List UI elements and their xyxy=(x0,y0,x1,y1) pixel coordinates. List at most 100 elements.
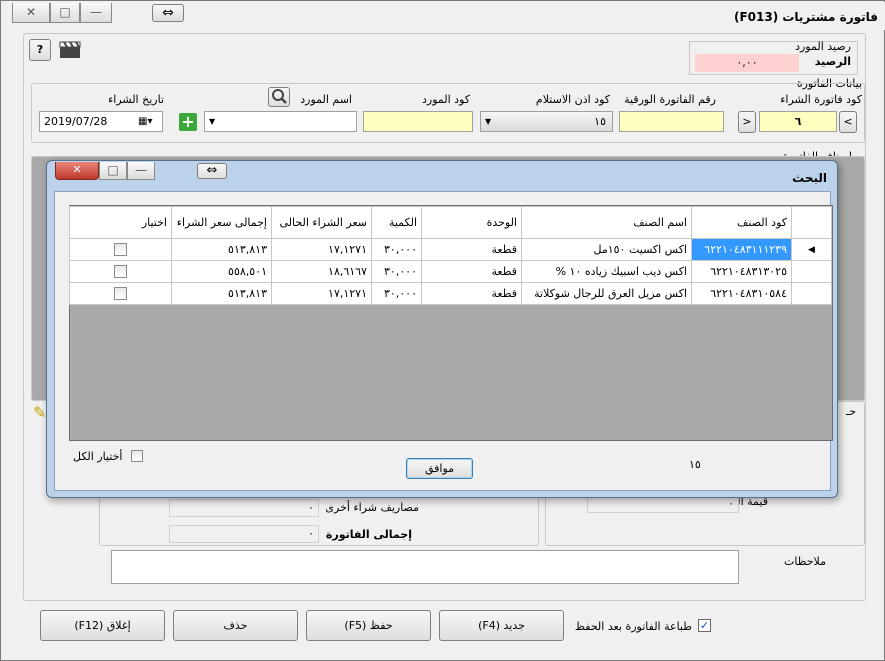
minimize-window-button[interactable]: — xyxy=(80,3,112,23)
supplier-code-field[interactable] xyxy=(363,111,473,132)
pencil-icon: ✎ xyxy=(33,403,47,422)
row-select-checkbox[interactable] xyxy=(114,287,127,301)
results-count: ١٥ xyxy=(689,458,701,471)
maximize-window-button[interactable]: □ xyxy=(50,3,80,23)
select-all-checkbox[interactable] xyxy=(131,450,143,462)
dialog-minimize-button[interactable]: — xyxy=(127,162,155,180)
search-dialog: ✕ □ — ⇔ البحث كود الصنف اسم الصنف الوحدة… xyxy=(46,160,838,498)
receipt-code-dropdown[interactable]: ▼ ١٥ xyxy=(480,111,613,132)
cell-name[interactable]: اكس اكسيت ١٥٠مل xyxy=(521,238,692,261)
cell-code[interactable]: ٦٢٢١٠٤٨٣١١١٢٣٩ xyxy=(691,238,792,261)
dialog-close-button[interactable]: ✕ xyxy=(55,162,99,180)
cell-name[interactable]: اكس مزيل العرق للرجال شوكلاتة xyxy=(521,282,692,305)
other-expenses-value: ٠ xyxy=(169,499,319,517)
paper-invoice-field[interactable] xyxy=(619,111,724,132)
maximize-icon: □ xyxy=(107,163,119,177)
dropdown-arrow-icon: ▼ xyxy=(485,117,492,126)
print-after-save-label: طباعة الفاتورة بعد الحفظ xyxy=(574,620,692,633)
print-after-save-checkbox[interactable]: ✓ xyxy=(698,619,711,632)
close-window-button[interactable]: ✕ xyxy=(12,3,50,23)
help-button[interactable]: ? xyxy=(29,39,51,61)
cell-total[interactable]: ٥١٣,٨١٣ xyxy=(171,238,272,261)
purchase-invoice-code-field[interactable]: ٦ xyxy=(759,111,837,132)
dialog-resize-button[interactable]: ⇔ xyxy=(197,163,227,179)
balance-box: رصيد المورد الرصيد ٠,٠٠ xyxy=(689,40,858,75)
table-row[interactable]: ٦٢٢١٠٤٨٣١٣٠٢٥ اكس ديب اسبيك زياده ١٠ % ق… xyxy=(69,260,832,283)
row-header-corner xyxy=(791,206,832,239)
clapperboard-icon[interactable] xyxy=(59,41,81,59)
invoice-total-value: ٠ xyxy=(169,525,319,543)
col-header-code[interactable]: كود الصنف xyxy=(691,206,792,239)
delete-button[interactable]: حذف xyxy=(173,610,298,641)
cell-price[interactable]: ١٧,١٢٧١ xyxy=(271,282,372,305)
purchase-invoice-code-label: كود فاتورة الشراء xyxy=(780,93,862,106)
table-row[interactable]: ٦٢٢١٠٤٨٣١٠٥٨٤ اكس مزيل العرق للرجال شوكل… xyxy=(69,282,832,305)
calendar-icon: ▦▾ xyxy=(138,116,153,127)
row-select-checkbox[interactable] xyxy=(114,243,127,257)
double-arrow-icon: ⇔ xyxy=(162,5,174,21)
col-header-qty[interactable]: الكمية xyxy=(371,206,422,239)
help-icon: ? xyxy=(36,43,44,56)
close-icon: ✕ xyxy=(25,5,37,19)
chevron-left-icon: < xyxy=(742,115,752,128)
prev-invoice-button[interactable]: < xyxy=(738,111,756,133)
minimize-icon: — xyxy=(90,5,102,19)
col-header-select[interactable]: اختيار xyxy=(69,206,172,239)
cell-price[interactable]: ١٨,٦١٦٧ xyxy=(271,260,372,283)
cell-total[interactable]: ٥٥٨,٥٠١ xyxy=(171,260,272,283)
cell-name[interactable]: اكس ديب اسبيك زياده ١٠ % xyxy=(521,260,692,283)
col-header-name[interactable]: اسم الصنف xyxy=(521,206,692,239)
notes-field[interactable] xyxy=(111,550,739,584)
purchase-date-label: تاريخ الشراء xyxy=(108,93,164,106)
search-supplier-button[interactable] xyxy=(268,87,290,107)
cell-qty[interactable]: ٣٠,٠٠٠ xyxy=(371,238,422,261)
cell-unit[interactable]: قطعة xyxy=(421,260,522,283)
cell-select[interactable] xyxy=(69,260,172,283)
receipt-code-label: كود اذن الاستلام xyxy=(535,93,610,106)
purchase-date-picker[interactable]: 2019/07/28 ▦▾ xyxy=(39,111,163,132)
dialog-body: كود الصنف اسم الصنف الوحدة الكمية سعر ال… xyxy=(54,191,833,491)
cell-unit[interactable]: قطعة xyxy=(421,238,522,261)
balance-value: ٠,٠٠ xyxy=(695,54,799,72)
invoice-total-label: إجمالى الفاتورة xyxy=(325,528,412,541)
supplier-code-label: كود المورد xyxy=(422,93,470,106)
cell-total[interactable]: ٥١٣,٨١٣ xyxy=(171,282,272,305)
minimize-icon: — xyxy=(135,163,147,177)
row-header xyxy=(791,260,832,283)
paper-invoice-label: رقم الفاتورة الورقية xyxy=(624,93,716,106)
chevron-right-icon: > xyxy=(843,115,853,128)
next-invoice-button[interactable]: > xyxy=(839,111,857,133)
cell-select[interactable] xyxy=(69,282,172,305)
resize-toggle-button[interactable]: ⇔ xyxy=(152,4,184,22)
maximize-icon: □ xyxy=(59,5,71,19)
col-header-price[interactable]: سعر الشراء الحالى xyxy=(271,206,372,239)
col-header-unit[interactable]: الوحدة xyxy=(421,206,522,239)
dialog-maximize-button[interactable]: □ xyxy=(99,162,127,180)
cell-select[interactable] xyxy=(69,238,172,261)
dropdown-arrow-icon: ▼ xyxy=(209,117,216,126)
cell-code[interactable]: ٦٢٢١٠٤٨٣١٣٠٢٥ xyxy=(691,260,792,283)
ok-button[interactable]: موافق xyxy=(406,458,473,479)
balance-sub-label: الرصيد xyxy=(814,55,851,68)
current-row-arrow-icon: ◀ xyxy=(791,238,832,261)
row-select-checkbox[interactable] xyxy=(114,265,127,279)
col-header-total[interactable]: إجمالى سعر الشراء xyxy=(171,206,272,239)
cell-qty[interactable]: ٣٠,٠٠٠ xyxy=(371,260,422,283)
supplier-name-label: اسم المورد xyxy=(300,93,352,106)
select-all-label: أختيار الكل xyxy=(73,450,123,463)
cell-qty[interactable]: ٣٠,٠٠٠ xyxy=(371,282,422,305)
cell-unit[interactable]: قطعة xyxy=(421,282,522,305)
table-row[interactable]: ◀ ٦٢٢١٠٤٨٣١١١٢٣٩ اكس اكسيت ١٥٠مل قطعة ٣٠… xyxy=(69,238,832,261)
new-button[interactable]: جديد (F4) xyxy=(439,610,564,641)
notes-label: ملاحظات xyxy=(784,555,826,568)
cell-price[interactable]: ١٧,١٢٧١ xyxy=(271,238,372,261)
cell-code[interactable]: ٦٢٢١٠٤٨٣١٠٥٨٤ xyxy=(691,282,792,305)
add-supplier-button[interactable]: + xyxy=(179,113,197,131)
save-button[interactable]: حفظ (F5) xyxy=(306,610,431,641)
other-expenses-label: مصاريف شراء أخرى xyxy=(325,501,419,514)
close-button[interactable]: إغلاق (F12) xyxy=(40,610,165,641)
supplier-name-dropdown[interactable]: ▼ xyxy=(204,111,357,132)
close-icon: ✕ xyxy=(72,163,82,176)
search-results-grid[interactable]: كود الصنف اسم الصنف الوحدة الكمية سعر ال… xyxy=(69,205,833,441)
plus-icon: + xyxy=(181,112,195,131)
